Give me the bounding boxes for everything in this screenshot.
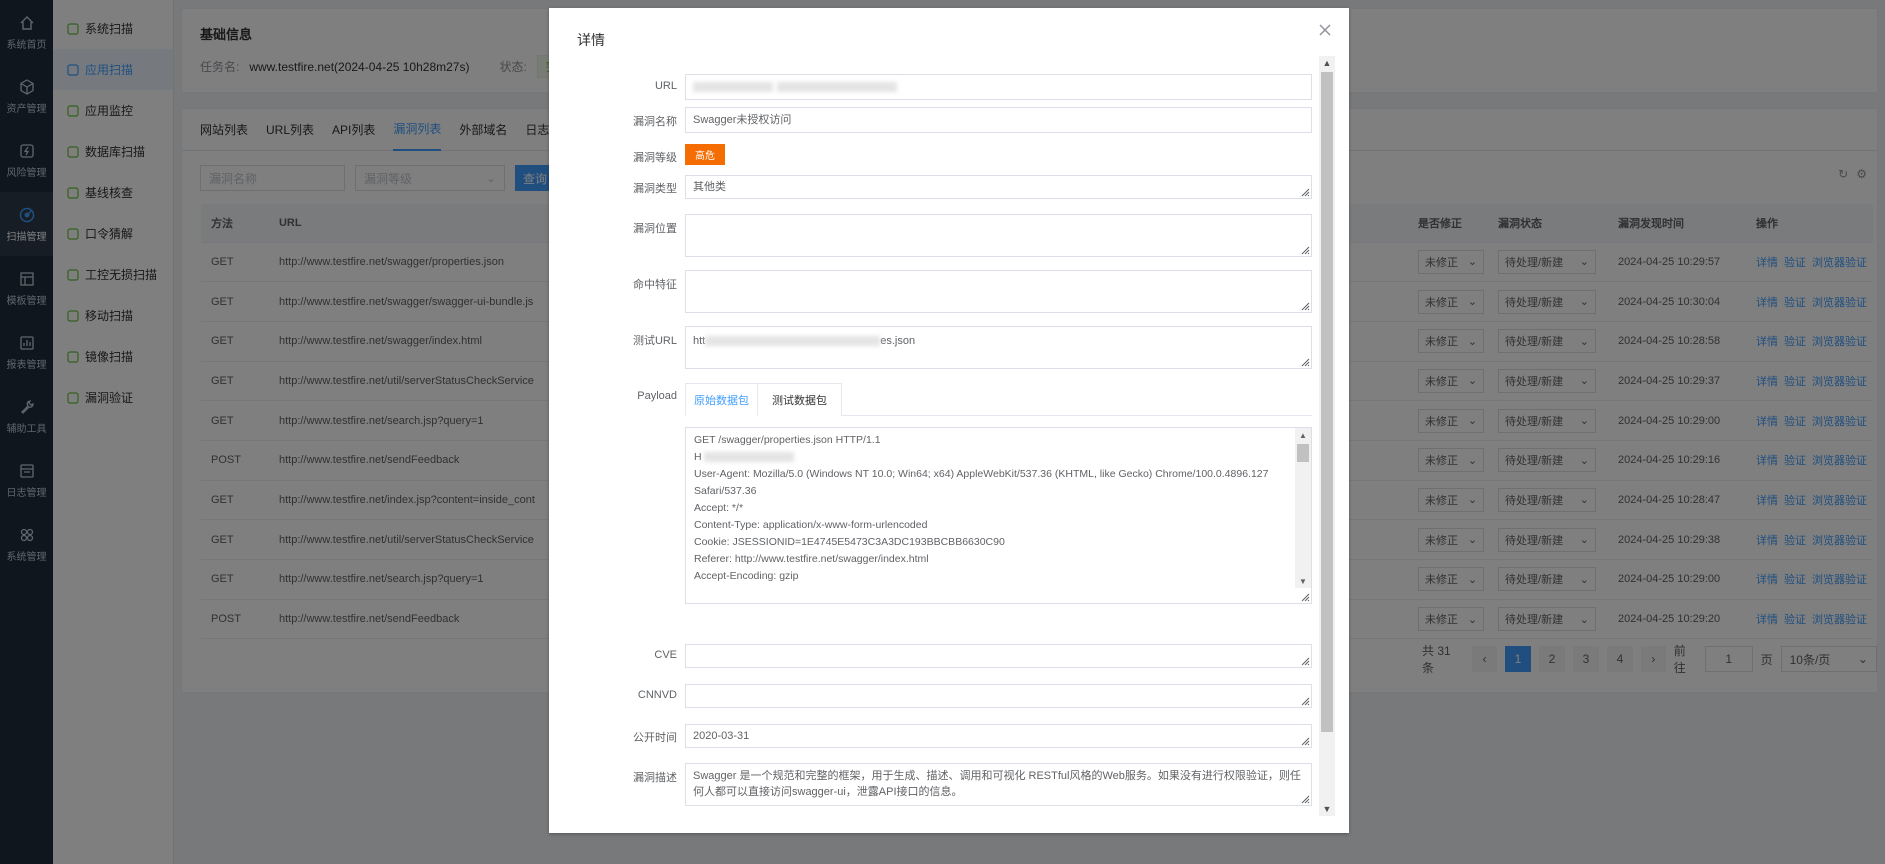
vuln-type-textarea[interactable]: 其他类 <box>685 175 1312 199</box>
resize-handle-icon[interactable] <box>1300 696 1310 706</box>
payload-tabs: 原始数据包 测试数据包 <box>685 383 1312 416</box>
vuln-position-label: 漏洞位置 <box>633 223 677 235</box>
payload-line: User-Agent: Mozilla/5.0 (Windows NT 10.0… <box>694 468 1269 497</box>
resize-handle-icon[interactable] <box>1300 301 1310 311</box>
close-icon[interactable] <box>1315 20 1335 40</box>
payload-label: Payload <box>637 390 677 402</box>
payload-scrollbar[interactable]: ▲ ▼ <box>1295 428 1311 588</box>
test-url-suffix: es.json <box>880 335 916 347</box>
dialog-body: URL 漏洞名称 Swagger未授权访问 漏洞等级 高危 漏洞类型 其他类 漏… <box>565 56 1335 816</box>
dialog-scrollbar[interactable]: ▲ ▼ <box>1319 56 1335 816</box>
payload-line: Cookie: JSESSIONID=1E4745E5473C3A3DC193B… <box>694 536 1005 548</box>
vuln-desc-label: 漏洞描述 <box>633 772 677 784</box>
payload-line: Content-Type: application/x-www-form-url… <box>694 519 928 531</box>
chevron-up-icon[interactable]: ▲ <box>1319 56 1335 70</box>
vuln-type-label: 漏洞类型 <box>633 183 677 195</box>
payload-line: Referer: http://www.testfire.net/swagger… <box>694 553 929 565</box>
test-url-label: 测试URL <box>632 335 677 347</box>
vuln-name-label: 漏洞名称 <box>633 116 677 128</box>
hit-feature-label: 命中特征 <box>633 279 677 291</box>
chevron-down-icon[interactable]: ▼ <box>1319 802 1335 816</box>
scrollbar-thumb[interactable] <box>1321 72 1333 732</box>
publish-time-textarea[interactable]: 2020-03-31 <box>685 724 1312 748</box>
chevron-down-icon[interactable]: ▼ <box>1295 574 1311 588</box>
publish-time-label: 公开时间 <box>633 732 677 744</box>
url-label: URL <box>654 80 677 92</box>
resize-handle-icon[interactable] <box>1300 187 1310 197</box>
cve-textarea[interactable] <box>685 644 1312 668</box>
cnnvd-label: CNNVD <box>637 689 677 701</box>
vuln-position-textarea[interactable] <box>685 214 1312 257</box>
chevron-up-icon[interactable]: ▲ <box>1295 428 1311 442</box>
vuln-type-value: 其他类 <box>693 181 726 193</box>
resize-handle-icon[interactable] <box>1300 794 1310 804</box>
dialog-title: 详情 <box>577 32 605 48</box>
url-input[interactable] <box>685 74 1312 100</box>
payload-line: Accept-Encoding: gzip <box>694 570 799 582</box>
publish-time-value: 2020-03-31 <box>693 730 750 742</box>
resize-handle-icon[interactable] <box>1300 656 1310 666</box>
vuln-level-label: 漏洞等级 <box>633 152 677 164</box>
payload-line: GET /swagger/properties.json HTTP/1.1 <box>694 434 881 446</box>
resize-handle-icon[interactable] <box>1300 592 1310 602</box>
cnnvd-textarea[interactable] <box>685 684 1312 708</box>
payload-line: Accept: */* <box>694 502 744 514</box>
detail-dialog: 详情 URL 漏洞名称 Swagger未授权访问 漏洞等级 高危 漏洞类型 其他… <box>549 8 1349 833</box>
resize-handle-icon[interactable] <box>1300 357 1310 367</box>
vuln-desc-textarea[interactable]: Swagger 是一个规范和完整的框架，用于生成、描述、调用和可视化 RESTf… <box>685 763 1312 806</box>
resize-handle-icon[interactable] <box>1300 736 1310 746</box>
resize-handle-icon[interactable] <box>1300 245 1310 255</box>
vuln-desc-value: Swagger 是一个规范和完整的框架，用于生成、描述、调用和可视化 RESTf… <box>693 770 1301 798</box>
scrollbar-thumb[interactable] <box>1297 444 1309 462</box>
test-url-textarea[interactable]: htt es.json <box>685 326 1312 369</box>
tab-test-packet[interactable]: 测试数据包 <box>758 383 842 416</box>
field-url: URL <box>565 74 1312 100</box>
test-url-prefix: htt <box>693 335 706 347</box>
cve-label: CVE <box>654 649 677 661</box>
payload-line: H <box>694 449 1283 466</box>
hit-feature-textarea[interactable] <box>685 270 1312 313</box>
tab-raw-packet[interactable]: 原始数据包 <box>685 383 758 416</box>
payload-raw-textarea[interactable]: GET /swagger/properties.json HTTP/1.1 H Us… <box>685 427 1312 604</box>
vuln-name-input[interactable]: Swagger未授权访问 <box>685 107 1312 133</box>
vuln-level-badge: 高危 <box>685 144 725 165</box>
